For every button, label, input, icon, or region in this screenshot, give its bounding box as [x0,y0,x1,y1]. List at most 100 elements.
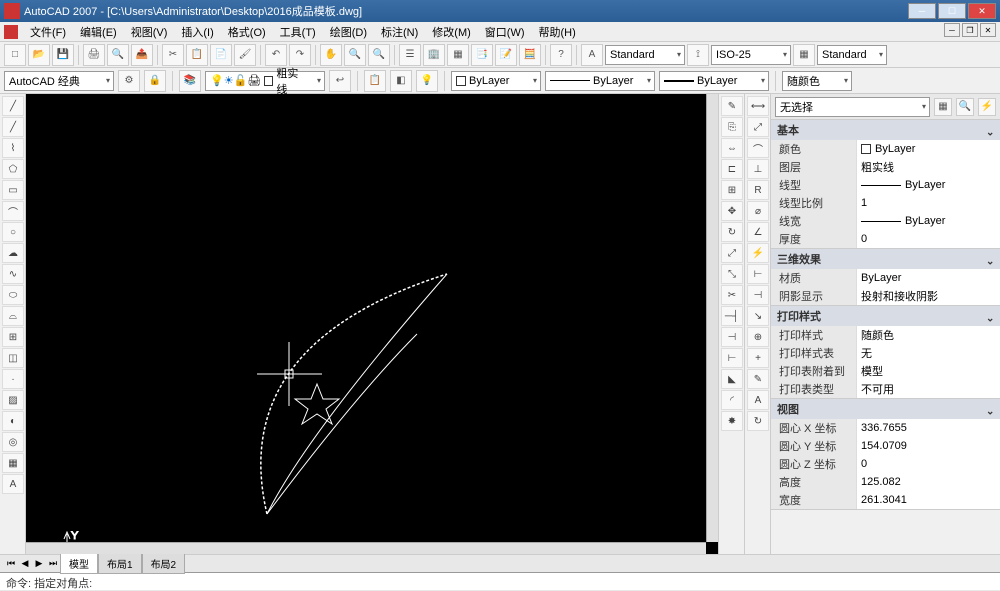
tablestyle-icon[interactable]: ▦ [793,44,815,66]
redo-icon[interactable]: ↷ [289,44,311,66]
copy-obj-icon[interactable]: ⎘ [721,117,743,137]
textstyle-combo[interactable]: Standard [605,45,685,65]
menu-dimension[interactable]: 标注(N) [375,22,424,42]
menu-modify[interactable]: 修改(M) [426,22,477,42]
prop-value[interactable]: ByLayer [856,176,1000,194]
move-icon[interactable]: ✥ [721,201,743,221]
zoom-icon[interactable]: 🔍 [344,44,366,66]
dim-tedit-icon[interactable]: A [747,390,769,410]
chamfer-icon[interactable]: ◣ [721,369,743,389]
lineweight-combo[interactable]: ByLayer [659,71,769,91]
array-icon[interactable]: ⊞ [721,180,743,200]
prop-value[interactable]: ByLayer [856,140,1000,158]
dim-quick-icon[interactable]: ⚡ [747,243,769,263]
dim-leader-icon[interactable]: ↘ [747,306,769,326]
copy-icon[interactable]: 📋 [186,44,208,66]
color-combo[interactable]: ByLayer [451,71,541,91]
dim-linear-icon[interactable]: ⟷ [747,96,769,116]
tab-layout2[interactable]: 布局2 [142,553,186,574]
dim-tolerance-icon[interactable]: ⊕ [747,327,769,347]
layer-combo[interactable]: 💡☀🔓🖨 粗实线 [205,71,325,91]
new-icon[interactable]: □ [4,44,26,66]
linetype-combo[interactable]: ByLayer [545,71,655,91]
props-section-view[interactable]: 视图 [771,399,1000,419]
menu-format[interactable]: 格式(O) [222,22,272,42]
layer-off-icon[interactable]: 💡 [416,70,438,92]
break-icon[interactable]: ⊣ [721,327,743,347]
prop-value[interactable]: 随颜色 [856,326,1000,344]
mtext-icon[interactable]: A [2,474,24,494]
prop-value[interactable]: 1 [856,194,1000,212]
paste-icon[interactable]: 📄 [210,44,232,66]
props-section-basic[interactable]: 基本 [771,120,1000,140]
selectobj-icon[interactable]: 🔍 [956,98,974,116]
menu-draw[interactable]: 绘图(D) [324,22,373,42]
prop-value[interactable]: ByLayer [856,269,1000,287]
props-section-threed[interactable]: 三维效果 [771,249,1000,269]
match-icon[interactable]: 🖌 [234,44,256,66]
explode-icon[interactable]: ✸ [721,411,743,431]
tab-model[interactable]: 模型 [60,553,98,574]
trim-icon[interactable]: ✂ [721,285,743,305]
pan-icon[interactable]: ✋ [320,44,342,66]
rectangle-icon[interactable]: ▭ [2,180,24,200]
prop-value[interactable]: 无 [856,344,1000,362]
prop-value[interactable]: 粗实线 [856,158,1000,176]
fillet-icon[interactable]: ◜ [721,390,743,410]
layer-prev-icon[interactable]: ↩ [329,70,351,92]
prop-value[interactable]: 模型 [856,362,1000,380]
prop-value[interactable]: 154.0709 [856,437,1000,455]
workspace-lock-icon[interactable]: 🔒 [144,70,166,92]
polygon-icon[interactable]: ⬠ [2,159,24,179]
prop-value[interactable]: ByLayer [856,212,1000,230]
dim-center-icon[interactable]: + [747,348,769,368]
dim-radius-icon[interactable]: R [747,180,769,200]
dim-aligned-icon[interactable]: ⤢ [747,117,769,137]
command-line[interactable]: 命令: 指定对角点: [0,572,1000,590]
prop-value[interactable]: 投射和接收阴影 [856,287,1000,305]
menu-window[interactable]: 窗口(W) [479,22,531,42]
dim-baseline-icon[interactable]: ⊢ [747,264,769,284]
point-icon[interactable]: · [2,369,24,389]
help-icon[interactable]: ? [550,44,572,66]
prop-value[interactable]: 261.3041 [856,491,1000,509]
revcloud-icon[interactable]: ☁ [2,243,24,263]
zoom-prev-icon[interactable]: 🔍 [368,44,390,66]
rotate-icon[interactable]: ↻ [721,222,743,242]
region-icon[interactable]: ◎ [2,432,24,452]
hatch-icon[interactable]: ▨ [2,390,24,410]
xline-icon[interactable]: ╱ [2,117,24,137]
dim-angular-icon[interactable]: ∠ [747,222,769,242]
mirror-icon[interactable]: ⇔ [721,138,743,158]
prop-value[interactable]: 不可用 [856,380,1000,398]
spline-icon[interactable]: ∿ [2,264,24,284]
prop-value[interactable]: 125.082 [856,473,1000,491]
offset-icon[interactable]: ⊏ [721,159,743,179]
block-icon[interactable]: ◫ [2,348,24,368]
publish-icon[interactable]: 📤 [131,44,153,66]
mdi-minimize[interactable]: ─ [944,23,960,37]
insert-icon[interactable]: ⊞ [2,327,24,347]
menu-tools[interactable]: 工具(T) [274,22,322,42]
ellipse-arc-icon[interactable]: ⌓ [2,306,24,326]
save-icon[interactable]: 💾 [52,44,74,66]
layer-props-icon[interactable]: 📚 [179,70,201,92]
menu-file[interactable]: 文件(F) [24,22,72,42]
sheetset-icon[interactable]: 📑 [471,44,493,66]
menu-view[interactable]: 视图(V) [125,22,174,42]
workspace-combo[interactable]: AutoCAD 经典 [4,71,114,91]
cut-icon[interactable]: ✂ [162,44,184,66]
toolpalette-icon[interactable]: ▦ [447,44,469,66]
props-section-print[interactable]: 打印样式 [771,306,1000,326]
prop-value[interactable]: 0 [856,230,1000,248]
drawing-canvas[interactable]: Y X [26,94,718,554]
plotstyle-combo[interactable]: 随颜色 [782,71,852,91]
mdi-close[interactable]: ✕ [980,23,996,37]
ellipse-icon[interactable]: ⬭ [2,285,24,305]
gradient-icon[interactable]: ◐ [2,411,24,431]
arc-icon[interactable]: ⌒ [2,201,24,221]
properties-icon[interactable]: ☰ [399,44,421,66]
vertical-scrollbar[interactable] [706,94,718,542]
stretch-icon[interactable]: ⤡ [721,264,743,284]
pickadd-icon[interactable]: ⚡ [978,98,996,116]
